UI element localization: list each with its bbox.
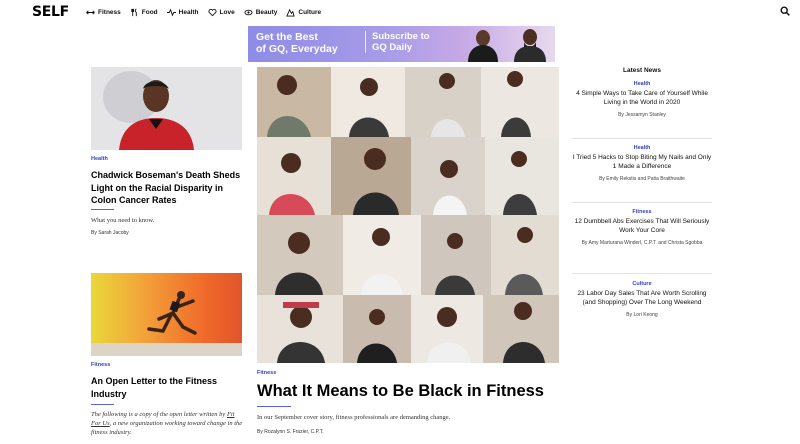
nav-item-health[interactable]: Health bbox=[166, 7, 199, 17]
main-article-byline[interactable]: By Rozalynn S. Frazier, C.P.T. bbox=[257, 429, 324, 435]
article-tag[interactable]: Health bbox=[91, 156, 108, 162]
nav-item-fitness[interactable]: Fitness bbox=[86, 7, 121, 17]
sprinter-photo[interactable] bbox=[91, 273, 242, 356]
latest-news-heading: Latest News bbox=[623, 67, 661, 74]
nav-label: Beauty bbox=[255, 8, 278, 16]
search-icon[interactable] bbox=[780, 6, 790, 16]
news-tag[interactable]: Culture bbox=[572, 281, 712, 287]
divider bbox=[572, 273, 712, 274]
news-tag[interactable]: Fitness bbox=[572, 209, 712, 215]
ad-headline: Get the Best of GQ, Everyday bbox=[256, 31, 338, 55]
nav-label: Culture bbox=[298, 8, 322, 16]
gq-ad-banner[interactable]: Get the Best of GQ, Everyday Subscribe t… bbox=[248, 26, 555, 62]
dek-text: The following is a copy of the open lett… bbox=[91, 411, 227, 418]
latest-news-item[interactable]: Fitness 12 Dumbbell Abs Exercises That W… bbox=[572, 209, 712, 247]
news-title[interactable]: I Tried 5 Hacks to Stop Biting My Nails … bbox=[572, 154, 712, 171]
news-tag[interactable]: Health bbox=[572, 145, 712, 151]
main-article-dek: In our September cover story, fitness pr… bbox=[257, 414, 451, 421]
nav-label: Food bbox=[141, 8, 158, 16]
news-byline[interactable]: By Lori Keong bbox=[572, 312, 712, 319]
news-byline[interactable]: By Jessamyn Stanley bbox=[572, 112, 712, 119]
article-dek: What you need to know. bbox=[91, 217, 155, 224]
news-byline[interactable]: By Emily Rekstis and Patia Braithwaite bbox=[572, 176, 712, 183]
chadwick-boseman-photo[interactable] bbox=[91, 67, 242, 150]
culture-icon bbox=[286, 8, 296, 17]
ad-subscribe-line: Subscribe to bbox=[372, 31, 430, 42]
news-title[interactable]: 12 Dumbbell Abs Exercises That Will Seri… bbox=[572, 218, 712, 235]
food-icon bbox=[131, 8, 137, 16]
ad-headline-line: Get the Best bbox=[256, 31, 318, 43]
site-logo[interactable]: SELF bbox=[32, 4, 69, 20]
ad-subscribe-line: GQ Daily bbox=[372, 42, 413, 53]
latest-news-item[interactable]: Health I Tried 5 Hacks to Stop Biting My… bbox=[572, 145, 712, 183]
nav-item-culture[interactable]: Culture bbox=[286, 7, 321, 17]
divider bbox=[572, 138, 712, 139]
main-article-tag[interactable]: Fitness bbox=[257, 370, 276, 376]
nav-label: Health bbox=[178, 8, 199, 16]
nav-item-food[interactable]: Food bbox=[130, 7, 158, 17]
news-byline[interactable]: By Amy Marturana Winderl, C.P.T. and Chr… bbox=[572, 240, 712, 247]
main-article-title[interactable]: What It Means to Be Black in Fitness bbox=[257, 381, 567, 401]
love-icon bbox=[208, 8, 217, 16]
ad-photo bbox=[468, 29, 546, 62]
health-icon bbox=[166, 8, 176, 16]
nav-label: Fitness bbox=[98, 8, 121, 16]
latest-news-item[interactable]: Culture 23 Labor Day Sales That Are Wort… bbox=[572, 281, 712, 319]
fitness-collage-photo[interactable] bbox=[257, 67, 559, 363]
article-title[interactable]: An Open Letter to the Fitness Industry bbox=[91, 375, 241, 400]
news-title[interactable]: 4 Simple Ways to Take Care of Yourself W… bbox=[572, 90, 712, 107]
portrait-image bbox=[91, 67, 242, 150]
nav-label: Love bbox=[219, 8, 235, 16]
nav-item-beauty[interactable]: Beauty bbox=[244, 7, 278, 17]
news-tag[interactable]: Health bbox=[572, 81, 712, 87]
news-title[interactable]: 23 Labor Day Sales That Are Worth Scroll… bbox=[572, 290, 712, 307]
beauty-icon bbox=[244, 9, 253, 15]
article-dek: The following is a copy of the open lett… bbox=[91, 410, 243, 437]
title-rule bbox=[257, 406, 291, 407]
title-rule bbox=[91, 404, 114, 405]
latest-news-item[interactable]: Health 4 Simple Ways to Take Care of You… bbox=[572, 81, 712, 119]
collage-image bbox=[257, 67, 559, 363]
article-tag[interactable]: Fitness bbox=[91, 362, 110, 368]
ad-subscribe-text: Subscribe to GQ Daily bbox=[365, 31, 430, 53]
article-byline[interactable]: By Sarah Jacoby bbox=[91, 230, 129, 236]
nav-item-love[interactable]: Love bbox=[208, 7, 235, 17]
ad-headline-line: of GQ, Everyday bbox=[256, 43, 338, 55]
article-title[interactable]: Chadwick Boseman's Death Sheds Light on … bbox=[91, 169, 241, 207]
nav-menu: Fitness Food Health Love Beauty Culture bbox=[86, 7, 330, 17]
fitness-icon bbox=[86, 10, 95, 14]
dek-text: , a new organization working toward chan… bbox=[91, 420, 243, 436]
sprinter-image bbox=[91, 273, 242, 356]
top-nav: SELF Fitness Food Health Love Beauty Cul… bbox=[0, 0, 800, 24]
title-rule bbox=[91, 209, 114, 210]
divider bbox=[572, 202, 712, 203]
